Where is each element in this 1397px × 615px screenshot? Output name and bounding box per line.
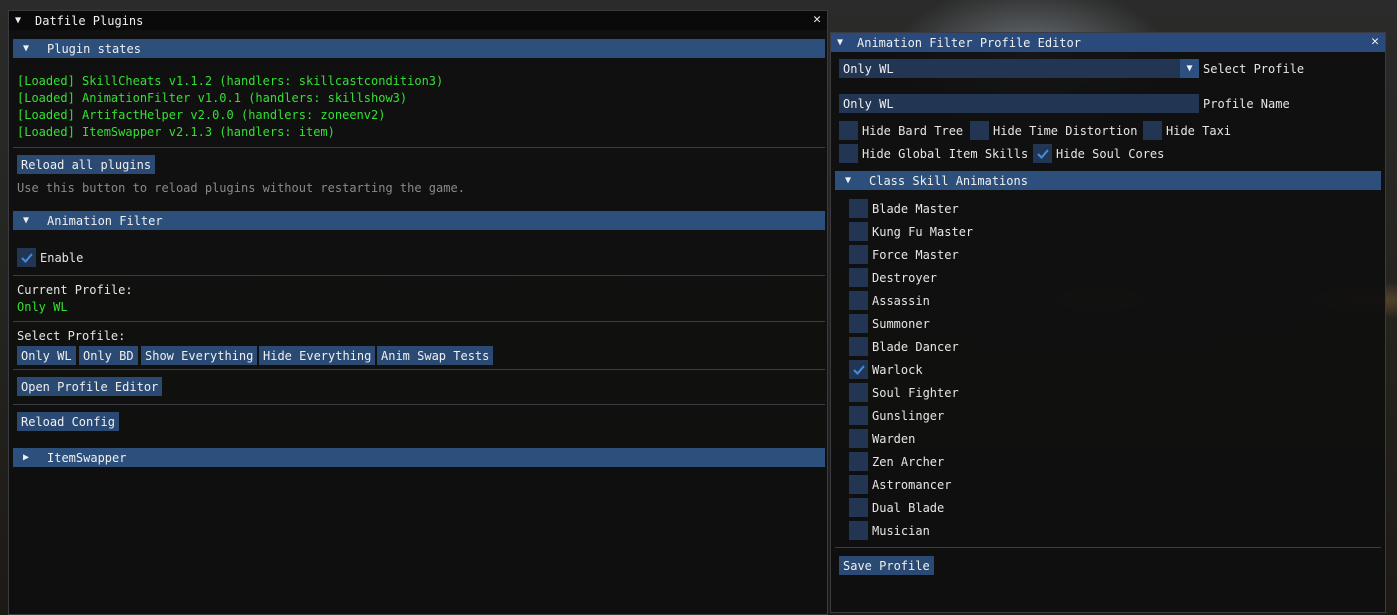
separator	[13, 275, 825, 276]
separator	[13, 147, 825, 148]
collapse-arrow-icon[interactable]: ▼	[15, 15, 27, 26]
select-profile-label: Select Profile:	[17, 329, 126, 343]
window-titlebar[interactable]: ▼ Animation Filter Profile Editor ✕	[831, 33, 1385, 52]
class-label: Astromancer	[872, 478, 952, 492]
class-label: Assassin	[872, 294, 930, 308]
collapse-arrow-icon[interactable]: ▼	[837, 37, 849, 48]
window-title: Datfile Plugins	[35, 13, 144, 28]
profile-name-label: Profile Name	[1203, 97, 1290, 111]
class-checkbox-dual-blade[interactable]	[849, 498, 868, 517]
class-checkbox-kung-fu-master[interactable]	[849, 222, 868, 241]
separator	[13, 404, 825, 405]
class-label: Force Master	[872, 248, 959, 262]
save-profile-button[interactable]: Save Profile	[839, 556, 934, 575]
class-skill-animations-header[interactable]: ▼ Class Skill Animations	[835, 171, 1381, 190]
hide-global-item-skills-checkbox[interactable]	[839, 144, 858, 163]
profile-hide-everything-button[interactable]: Hide Everything	[259, 346, 376, 365]
hide-taxi-label: Hide Taxi	[1166, 124, 1232, 138]
enable-label: Enable	[40, 251, 84, 265]
separator	[13, 321, 825, 322]
class-checkbox-soul-fighter[interactable]	[849, 383, 868, 402]
class-checkbox-destroyer[interactable]	[849, 268, 868, 287]
separator	[13, 369, 825, 370]
profile-name-input[interactable]: Only WL	[839, 94, 1199, 113]
checkmark-icon	[852, 364, 865, 375]
datfile-plugins-window: ▼ Datfile Plugins ✕ ▼ Plugin states [Loa…	[8, 10, 828, 615]
window-titlebar[interactable]: ▼ Datfile Plugins ✕	[9, 11, 827, 30]
window-title: Animation Filter Profile Editor	[857, 35, 1081, 50]
section-label: ItemSwapper	[47, 450, 127, 465]
class-label: Warden	[872, 432, 916, 446]
chevron-down-icon[interactable]: ▼	[1180, 59, 1199, 78]
hide-bard-tree-checkbox[interactable]	[839, 121, 858, 140]
select-profile-combo[interactable]: Only WL	[839, 59, 1180, 78]
checkmark-icon	[20, 252, 33, 263]
profile-editor-window: ▼ Animation Filter Profile Editor ✕ Only…	[830, 32, 1386, 613]
chevron-down-icon: ▼	[845, 175, 852, 186]
chevron-down-icon: ▼	[23, 43, 30, 54]
hide-soul-cores-checkbox[interactable]	[1033, 144, 1052, 163]
section-label: Plugin states	[47, 41, 141, 56]
hide-time-distortion-checkbox[interactable]	[970, 121, 989, 140]
current-profile-label: Current Profile:	[17, 283, 133, 297]
class-label: Warlock	[872, 363, 923, 377]
class-checkbox-blade-dancer[interactable]	[849, 337, 868, 356]
class-label: Gunslinger	[872, 409, 945, 423]
class-checkbox-warden[interactable]	[849, 429, 868, 448]
animation-filter-header[interactable]: ▼ Animation Filter	[13, 211, 825, 230]
class-label: Blade Dancer	[872, 340, 959, 354]
chevron-down-icon: ▼	[23, 215, 30, 226]
close-icon[interactable]: ✕	[1371, 34, 1379, 49]
hide-global-item-skills-label: Hide Global Item Skills	[862, 147, 1029, 161]
current-profile-value: Only WL	[17, 300, 68, 314]
class-label: Soul Fighter	[872, 386, 959, 400]
class-label: Dual Blade	[872, 501, 945, 515]
checkmark-icon	[1036, 148, 1049, 159]
enable-checkbox[interactable]	[17, 248, 36, 267]
plugin-state-line: [Loaded] SkillCheats v1.1.2 (handlers: s…	[17, 74, 444, 88]
profile-only-wl-button[interactable]: Only WL	[17, 346, 76, 365]
class-checkbox-gunslinger[interactable]	[849, 406, 868, 425]
close-icon[interactable]: ✕	[813, 12, 821, 27]
hide-taxi-checkbox[interactable]	[1143, 121, 1162, 140]
class-checkbox-musician[interactable]	[849, 521, 868, 540]
profile-show-everything-button[interactable]: Show Everything	[141, 346, 258, 365]
class-label: Kung Fu Master	[872, 225, 974, 239]
class-checkbox-blade-master[interactable]	[849, 199, 868, 218]
plugin-states-header[interactable]: ▼ Plugin states	[13, 39, 825, 58]
profile-only-bd-button[interactable]: Only BD	[79, 346, 138, 365]
plugin-state-line: [Loaded] AnimationFilter v1.0.1 (handler…	[17, 91, 408, 105]
hide-bard-tree-label: Hide Bard Tree	[862, 124, 964, 138]
class-checkbox-summoner[interactable]	[849, 314, 868, 333]
plugin-state-line: [Loaded] ArtifactHelper v2.0.0 (handlers…	[17, 108, 386, 122]
open-profile-editor-button[interactable]: Open Profile Editor	[17, 377, 163, 396]
class-checkbox-force-master[interactable]	[849, 245, 868, 264]
class-label: Blade Master	[872, 202, 959, 216]
reload-hint-text: Use this button to reload plugins withou…	[17, 181, 465, 195]
class-label: Destroyer	[872, 271, 938, 285]
hide-time-distortion-label: Hide Time Distortion	[993, 124, 1138, 138]
hide-soul-cores-label: Hide Soul Cores	[1056, 147, 1165, 161]
section-label: Class Skill Animations	[869, 173, 1028, 188]
profile-anim-swap-tests-button[interactable]: Anim Swap Tests	[377, 346, 494, 365]
reload-config-button[interactable]: Reload Config	[17, 412, 119, 431]
class-checkbox-astromancer[interactable]	[849, 475, 868, 494]
class-label: Summoner	[872, 317, 930, 331]
class-label: Zen Archer	[872, 455, 945, 469]
plugin-state-line: [Loaded] ItemSwapper v2.1.3 (handlers: i…	[17, 125, 335, 139]
item-swapper-header[interactable]: ▶ ItemSwapper	[13, 448, 825, 467]
class-checkbox-zen-archer[interactable]	[849, 452, 868, 471]
class-checkbox-assassin[interactable]	[849, 291, 868, 310]
class-checkbox-warlock[interactable]	[849, 360, 868, 379]
chevron-right-icon: ▶	[23, 452, 30, 463]
reload-all-plugins-button[interactable]: Reload all plugins	[17, 155, 156, 174]
class-label: Musician	[872, 524, 930, 538]
section-label: Animation Filter	[47, 213, 163, 228]
separator	[835, 547, 1381, 548]
select-profile-label: Select Profile	[1203, 62, 1305, 76]
